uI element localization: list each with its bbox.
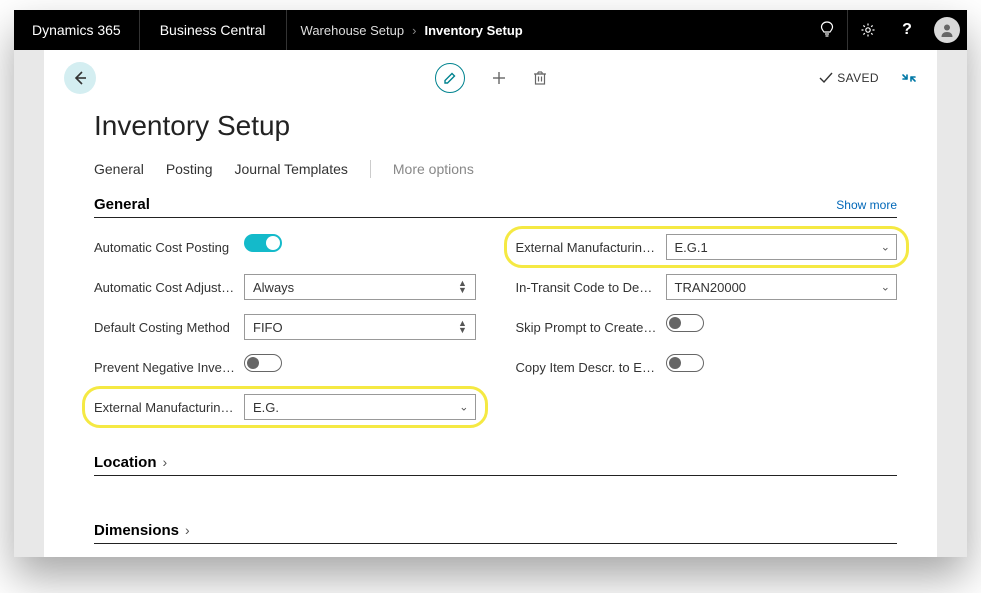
select-default-costing-value: FIFO [253,320,283,335]
chevron-down-icon: ⌄ [881,241,890,254]
label-copy-item: Copy Item Descr. to Entri... [516,360,666,375]
updown-icon: ▲▼ [455,275,471,299]
avatar[interactable] [927,10,967,50]
select-auto-cost-adjust-value: Always [253,280,294,295]
tab-posting[interactable]: Posting [166,161,213,177]
section-dimensions-header[interactable]: Dimensions › [94,522,897,544]
toggle-prevent-neg[interactable] [244,354,282,372]
gear-icon[interactable] [847,10,887,50]
saved-label: SAVED [837,71,879,85]
collapse-icon[interactable] [901,70,917,86]
tab-more-options[interactable]: More options [393,161,474,177]
tab-journal-templates[interactable]: Journal Templates [235,161,348,177]
top-bar: Dynamics 365 Business Central Warehouse … [14,10,967,50]
page-toolbar: SAVED [44,50,937,106]
brand-dynamics[interactable]: Dynamics 365 [14,10,140,50]
updown-icon: ▲▼ [455,315,471,339]
lookup-ext-mfg-2[interactable]: E.G.1 ⌄ [666,234,898,260]
chevron-right-icon: › [185,522,190,538]
frame-edge-left [14,50,44,557]
show-more-link[interactable]: Show more [836,198,897,212]
delete-button[interactable] [533,70,547,86]
new-button[interactable] [491,70,507,86]
toggle-copy-item[interactable] [666,354,704,372]
breadcrumb-current: Inventory Setup [424,23,522,38]
section-general-header[interactable]: General Show more [94,196,897,218]
lightbulb-icon[interactable] [807,10,847,50]
saved-indicator: SAVED [819,71,879,85]
breadcrumb: Warehouse Setup › Inventory Setup [287,23,537,38]
section-dimensions-title: Dimensions [94,522,179,539]
chevron-down-icon: ⌄ [881,281,890,294]
label-prevent-neg: Prevent Negative Invent... [94,360,244,375]
label-skip-prompt: Skip Prompt to Create It... [516,320,666,335]
back-button[interactable] [64,62,96,94]
select-default-costing[interactable]: FIFO ▲▼ [244,314,476,340]
select-auto-cost-adjust[interactable]: Always ▲▼ [244,274,476,300]
toggle-auto-cost-posting[interactable] [244,234,282,252]
help-icon[interactable]: ? [887,10,927,50]
edit-button[interactable] [435,63,465,93]
lookup-ext-mfg-1-value: E.G. [253,400,279,415]
lookup-in-transit-value: TRAN20000 [675,280,747,295]
tab-general[interactable]: General [94,161,144,177]
label-default-costing: Default Costing Method [94,320,244,335]
brand-business-central[interactable]: Business Central [140,10,287,50]
lookup-ext-mfg-1[interactable]: E.G. ⌄ [244,394,476,420]
label-auto-cost-adjust: Automatic Cost Adjustm... [94,280,244,295]
section-general-title: General [94,196,150,213]
lookup-in-transit[interactable]: TRAN20000 ⌄ [666,274,898,300]
label-ext-mfg-1: External Manufacturing J... [94,400,244,415]
lookup-ext-mfg-2-value: E.G.1 [675,240,708,255]
tab-divider [370,160,371,178]
breadcrumb-parent[interactable]: Warehouse Setup [301,23,405,38]
chevron-right-icon: › [163,454,168,470]
label-auto-cost-posting: Automatic Cost Posting [94,240,244,255]
section-location-header[interactable]: Location › [94,454,897,476]
label-in-transit: In-Transit Code to Deposit [516,280,666,295]
action-tabs: General Posting Journal Templates More o… [94,160,897,178]
chevron-down-icon: ⌄ [459,401,468,414]
chevron-right-icon: › [412,23,416,38]
page-title: Inventory Setup [94,110,897,142]
frame-edge-right [937,50,967,557]
label-ext-mfg-2: External Manufacturing J... [516,240,666,255]
toggle-skip-prompt[interactable] [666,314,704,332]
section-location-title: Location [94,454,157,471]
